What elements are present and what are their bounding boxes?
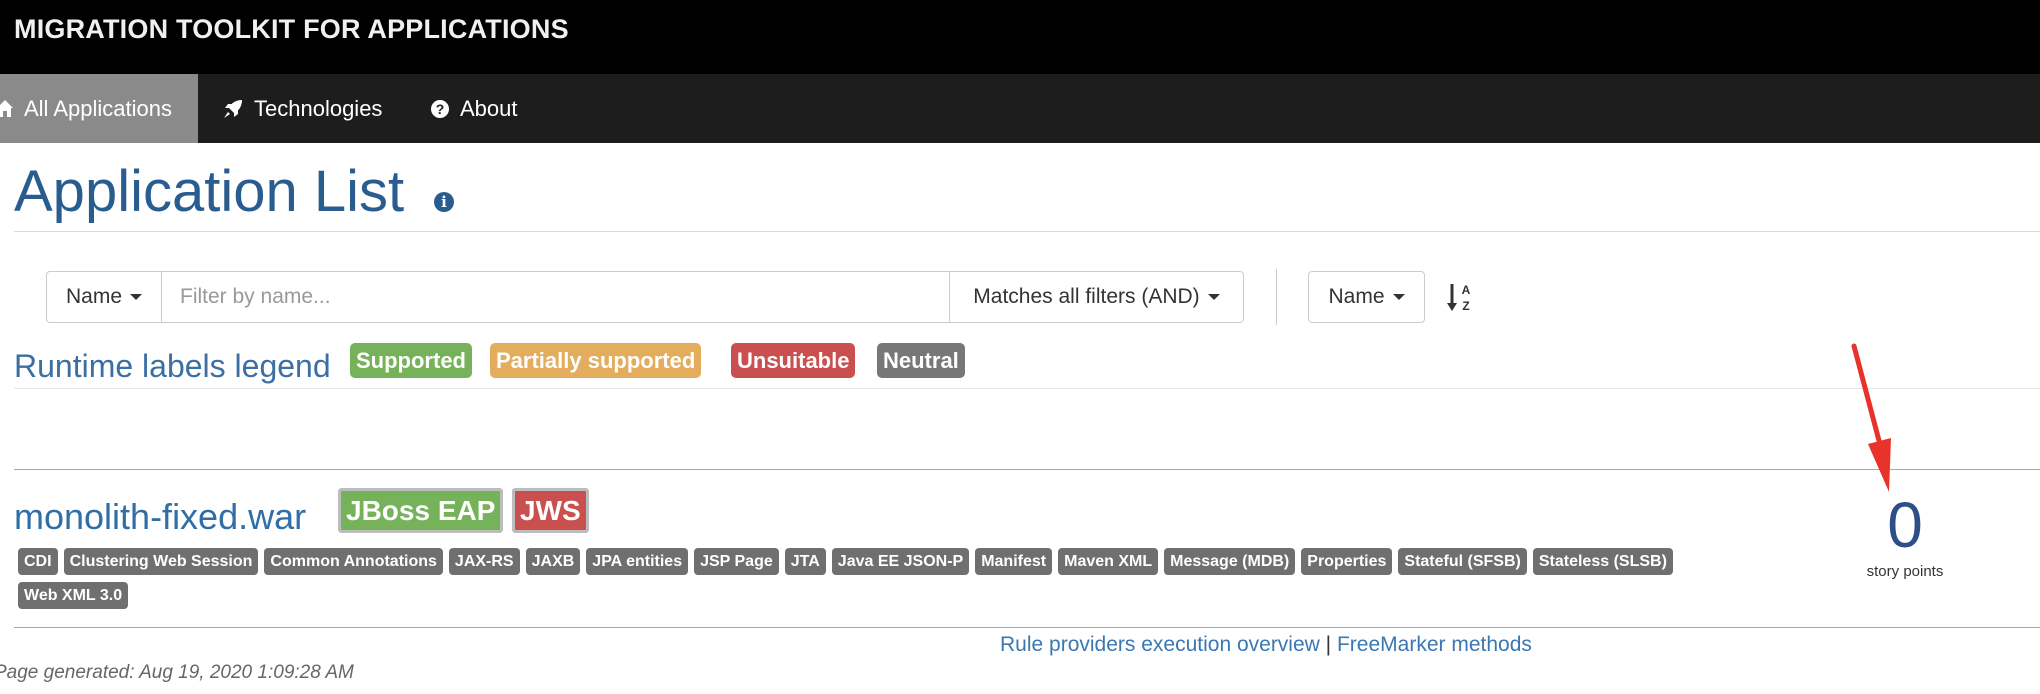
svg-text:?: ? xyxy=(436,101,445,117)
application-name-link[interactable]: monolith-fixed.war xyxy=(14,496,306,538)
technology-tag: JPA entities xyxy=(586,548,689,575)
sort-field-label: Name xyxy=(1328,285,1385,308)
runtime-badge-jws: JWS xyxy=(512,488,589,533)
legend-badge-partially-supported: Partially supported xyxy=(490,343,702,378)
technology-tag: Properties xyxy=(1301,548,1393,575)
match-mode-dropdown[interactable]: Matches all filters (AND) xyxy=(950,272,1243,322)
footer-links: Rule providers execution overview | Free… xyxy=(1000,633,1532,657)
legend-divider xyxy=(14,388,2040,389)
filter-toolbar: Name Matches all filters (AND) xyxy=(46,271,1244,323)
toolbar-divider xyxy=(1276,269,1277,325)
technology-tag: Web XML 3.0 xyxy=(18,582,129,609)
page-title: Application List xyxy=(14,159,405,224)
technology-tag: Manifest xyxy=(975,548,1053,575)
runtime-labels-legend-title[interactable]: Runtime labels legend xyxy=(14,348,331,385)
story-points-label: story points xyxy=(1866,563,1944,580)
story-points-value: 0 xyxy=(1887,489,1923,561)
rocket-icon xyxy=(224,99,242,118)
red-arrow-annotation xyxy=(1851,343,1891,492)
runtime-badge-jboss-eap: JBoss EAP xyxy=(338,488,504,533)
rule-providers-link[interactable]: Rule providers execution overview xyxy=(1000,633,1320,656)
brand-title: MIGRATION TOOLKIT FOR APPLICATIONS xyxy=(14,14,569,44)
legend-badge-neutral: Neutral xyxy=(877,343,965,378)
info-circle-icon[interactable] xyxy=(434,192,454,212)
nav-item-label: All Applications xyxy=(24,95,172,121)
svg-text:Z: Z xyxy=(1462,299,1469,313)
filter-field-label: Name xyxy=(65,285,123,308)
application-divider-bottom xyxy=(14,627,2040,628)
footer-separator: | xyxy=(1325,633,1332,656)
technology-tag: Common Annotations xyxy=(264,548,443,575)
home-icon xyxy=(0,99,13,117)
nav-item-technologies[interactable]: Technologies xyxy=(222,74,382,143)
story-points: 0 story points xyxy=(1850,493,1960,580)
filter-input[interactable] xyxy=(162,272,950,322)
question-circle-icon: ? xyxy=(431,99,449,118)
technology-tag: CDI xyxy=(18,548,58,575)
nav-item-about[interactable]: ? About xyxy=(430,74,518,143)
technology-tag: Stateless (SLSB) xyxy=(1532,548,1673,575)
technology-tag: JTA xyxy=(784,548,826,575)
technology-tag: Clustering Web Session xyxy=(63,548,259,575)
svg-text:A: A xyxy=(1462,283,1471,297)
caret-down-icon xyxy=(1207,294,1220,300)
freemarker-methods-link[interactable]: FreeMarker methods xyxy=(1337,633,1532,656)
nav-item-label: About xyxy=(460,95,518,121)
title-divider xyxy=(14,231,2040,232)
technology-tag: JAX-RS xyxy=(448,548,520,575)
legend-badge-unsuitable: Unsuitable xyxy=(731,343,856,378)
technology-tag: Maven XML xyxy=(1058,548,1159,575)
caret-down-icon xyxy=(130,294,143,300)
nav-item-label: Technologies xyxy=(254,95,383,121)
filter-field-dropdown[interactable]: Name xyxy=(47,272,162,322)
technology-tags: CDI Clustering Web Session Common Annotati… xyxy=(18,548,1718,616)
technology-tag: JAXB xyxy=(525,548,581,575)
technology-tag: JSP Page xyxy=(694,548,779,575)
sort-field-dropdown[interactable]: Name xyxy=(1308,271,1425,323)
top-header-bar: MIGRATION TOOLKIT FOR APPLICATIONS xyxy=(0,0,2040,74)
legend-badge-supported: Supported xyxy=(350,343,472,378)
technology-tag: Message (MDB) xyxy=(1164,548,1296,575)
page-generated-timestamp: Page generated: Aug 19, 2020 1:09:28 AM xyxy=(0,662,354,683)
nav-item-all-applications[interactable]: All Applications xyxy=(0,74,198,143)
technology-tag: Stateful (SFSB) xyxy=(1398,548,1527,575)
caret-down-icon xyxy=(1392,294,1405,300)
application-divider-top xyxy=(14,469,2040,470)
match-mode-label: Matches all filters (AND) xyxy=(973,285,1200,308)
technology-tag: Java EE JSON-P xyxy=(831,548,970,575)
main-navbar: All Applications Technologies ? About xyxy=(0,74,2040,143)
sort-alpha-asc-icon[interactable]: A Z xyxy=(1446,282,1474,314)
